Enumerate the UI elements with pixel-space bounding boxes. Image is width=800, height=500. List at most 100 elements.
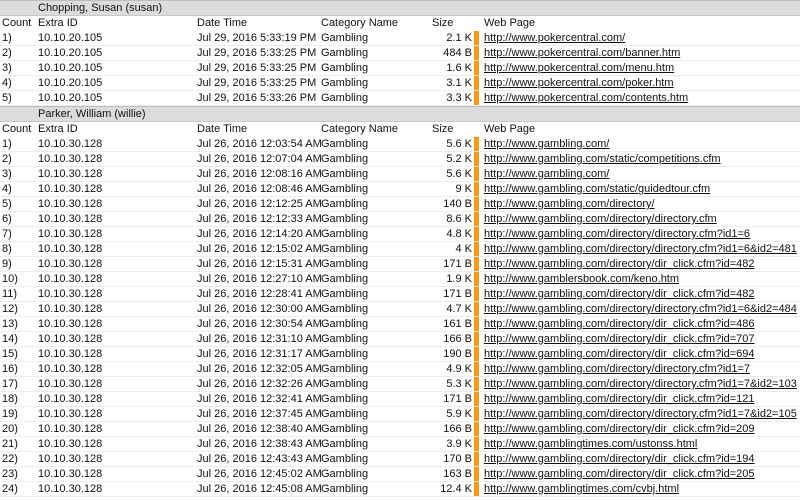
- row-size: 5.6 K: [446, 138, 472, 150]
- row-web-page-link[interactable]: http://www.gambling.com/: [484, 167, 800, 181]
- row-category: Gambling: [321, 243, 369, 255]
- row-extra-id: 10.10.30.128: [38, 273, 103, 285]
- table-row[interactable]: 3) 10.10.30.128 Jul 26, 2016 12:08:16 AM Ga…: [0, 167, 800, 182]
- column-header-count[interactable]: Count: [0, 16, 38, 31]
- row-size: 166 B: [443, 423, 472, 435]
- table-row[interactable]: 5) 10.10.20.105 Jul 29, 2016 5:33:26 PM Gam…: [0, 91, 800, 106]
- table-row[interactable]: 23) 10.10.30.128 Jul 26, 2016 12:45:02 AM G…: [0, 467, 800, 482]
- table-row[interactable]: 15) 10.10.30.128 Jul 26, 2016 12:31:17 AM G…: [0, 347, 800, 362]
- column-header-web-page[interactable]: Web Page: [484, 16, 800, 31]
- table-row[interactable]: 3) 10.10.20.105 Jul 29, 2016 5:33:25 PM Gam…: [0, 61, 800, 76]
- row-size: 5.6 K: [446, 168, 472, 180]
- row-size: 5.3 K: [446, 378, 472, 390]
- table-row[interactable]: 6) 10.10.30.128 Jul 26, 2016 12:12:33 AM Ga…: [0, 212, 800, 227]
- row-date-time: Jul 26, 2016 12:38:43 AM: [197, 438, 322, 450]
- row-web-page-link[interactable]: http://www.pokercentral.com/poker.htm: [484, 76, 800, 90]
- column-header-size[interactable]: Size: [432, 16, 473, 31]
- row-extra-id: 10.10.30.128: [38, 363, 103, 375]
- row-web-page-link[interactable]: http://www.gamblingtimes.com/cvbj.html: [484, 482, 800, 496]
- table-row[interactable]: 14) 10.10.30.128 Jul 26, 2016 12:31:10 AM G…: [0, 332, 800, 347]
- table-row[interactable]: 8) 10.10.30.128 Jul 26, 2016 12:15:02 AM Ga…: [0, 242, 800, 257]
- table-row[interactable]: 18) 10.10.30.128 Jul 26, 2016 12:32:41 AM G…: [0, 392, 800, 407]
- row-web-page-link[interactable]: http://www.gambling.com/directory/dir_cl…: [484, 392, 800, 406]
- row-web-page-link[interactable]: http://www.pokercentral.com/: [484, 31, 800, 45]
- row-web-page-link[interactable]: http://www.gamblingtimes.com/ustonss.htm…: [484, 437, 800, 451]
- table-row[interactable]: 10) 10.10.30.128 Jul 26, 2016 12:27:10 AM G…: [0, 272, 800, 287]
- column-header-row: Count Extra ID Date Time Category Name Size W…: [0, 122, 800, 137]
- row-date-time: Jul 26, 2016 12:08:46 AM: [197, 183, 322, 195]
- row-count: 8): [2, 243, 12, 255]
- column-header-size[interactable]: Size: [432, 122, 473, 137]
- column-header-category[interactable]: Category Name: [321, 122, 432, 137]
- row-web-page-link[interactable]: http://www.gambling.com/directory/direct…: [484, 362, 800, 376]
- row-category: Gambling: [321, 318, 369, 330]
- row-date-time: Jul 26, 2016 12:37:45 AM: [197, 408, 322, 420]
- column-header-count[interactable]: Count: [0, 122, 38, 137]
- row-web-page-link[interactable]: http://www.gambling.com/static/guidedtou…: [484, 182, 800, 196]
- table-row[interactable]: 16) 10.10.30.128 Jul 26, 2016 12:32:05 AM G…: [0, 362, 800, 377]
- row-web-page-link[interactable]: http://www.gambling.com/directory/direct…: [484, 302, 800, 316]
- table-row[interactable]: 17) 10.10.30.128 Jul 26, 2016 12:32:26 AM G…: [0, 377, 800, 392]
- row-web-page-link[interactable]: http://www.gambling.com/directory/: [484, 197, 800, 211]
- row-web-page-link[interactable]: http://www.gambling.com/directory/dir_cl…: [484, 422, 800, 436]
- row-category: Gambling: [321, 333, 369, 345]
- table-row[interactable]: 22) 10.10.30.128 Jul 26, 2016 12:43:43 AM G…: [0, 452, 800, 467]
- table-row[interactable]: 13) 10.10.30.128 Jul 26, 2016 12:30:54 AM G…: [0, 317, 800, 332]
- size-bar-marker: [474, 437, 479, 451]
- column-header-extra-id[interactable]: Extra ID: [38, 122, 197, 137]
- size-bar-marker: [474, 332, 479, 346]
- row-count: 3): [2, 62, 12, 74]
- table-row[interactable]: 7) 10.10.30.128 Jul 26, 2016 12:14:20 AM Ga…: [0, 227, 800, 242]
- row-size: 171 B: [443, 258, 472, 270]
- row-web-page-link[interactable]: http://www.gambling.com/directory/dir_cl…: [484, 257, 800, 271]
- row-count: 18): [2, 393, 18, 405]
- size-bar-marker: [474, 91, 479, 105]
- row-web-page-link[interactable]: http://www.gambling.com/directory/direct…: [484, 227, 800, 241]
- row-web-page-link[interactable]: http://www.gambling.com/directory/direct…: [484, 407, 800, 421]
- table-row[interactable]: 20) 10.10.30.128 Jul 26, 2016 12:38:40 AM G…: [0, 422, 800, 437]
- row-extra-id: 10.10.30.128: [38, 288, 103, 300]
- row-web-page-link[interactable]: http://www.pokercentral.com/menu.htm: [484, 61, 800, 75]
- row-web-page-link[interactable]: http://www.gambling.com/static/competiti…: [484, 152, 800, 166]
- table-row[interactable]: 1) 10.10.20.105 Jul 29, 2016 5:33:19 PM Gam…: [0, 31, 800, 46]
- row-web-page-link[interactable]: http://www.gambling.com/directory/direct…: [484, 212, 800, 226]
- row-web-page-link[interactable]: http://www.gambling.com/directory/direct…: [484, 377, 800, 391]
- column-header-date-time[interactable]: Date Time: [197, 122, 321, 137]
- table-row[interactable]: 24) 10.10.30.128 Jul 26, 2016 12:45:08 AM G…: [0, 482, 800, 497]
- table-row[interactable]: 9) 10.10.30.128 Jul 26, 2016 12:15:31 AM Ga…: [0, 257, 800, 272]
- row-web-page-link[interactable]: http://www.gambling.com/directory/dir_cl…: [484, 287, 800, 301]
- row-size: 171 B: [443, 393, 472, 405]
- table-row[interactable]: 21) 10.10.30.128 Jul 26, 2016 12:38:43 AM G…: [0, 437, 800, 452]
- row-date-time: Jul 26, 2016 12:15:02 AM: [197, 243, 322, 255]
- row-category: Gambling: [321, 438, 369, 450]
- row-web-page-link[interactable]: http://www.gambling.com/: [484, 137, 800, 151]
- table-row[interactable]: 11) 10.10.30.128 Jul 26, 2016 12:28:41 AM G…: [0, 287, 800, 302]
- column-header-web-page[interactable]: Web Page: [484, 122, 800, 137]
- column-header-date-time[interactable]: Date Time: [197, 16, 321, 31]
- row-web-page-link[interactable]: http://www.gambling.com/directory/dir_cl…: [484, 452, 800, 466]
- table-row[interactable]: 2) 10.10.20.105 Jul 29, 2016 5:33:25 PM Gam…: [0, 46, 800, 61]
- row-web-page-link[interactable]: http://www.gamblersbook.com/keno.htm: [484, 272, 800, 286]
- row-date-time: Jul 29, 2016 5:33:25 PM: [197, 62, 317, 74]
- table-row[interactable]: 2) 10.10.30.128 Jul 26, 2016 12:07:04 AM Ga…: [0, 152, 800, 167]
- row-web-page-link[interactable]: http://www.gambling.com/directory/dir_cl…: [484, 347, 800, 361]
- row-web-page-link[interactable]: http://www.gambling.com/directory/dir_cl…: [484, 317, 800, 331]
- row-category: Gambling: [321, 288, 369, 300]
- row-size: 5.9 K: [446, 408, 472, 420]
- table-row[interactable]: 19) 10.10.30.128 Jul 26, 2016 12:37:45 AM G…: [0, 407, 800, 422]
- column-header-extra-id[interactable]: Extra ID: [38, 16, 197, 31]
- size-bar-marker: [474, 46, 479, 60]
- table-row[interactable]: 4) 10.10.20.105 Jul 29, 2016 5:33:25 PM Gam…: [0, 76, 800, 91]
- table-row[interactable]: 4) 10.10.30.128 Jul 26, 2016 12:08:46 AM Ga…: [0, 182, 800, 197]
- row-web-page-link[interactable]: http://www.pokercentral.com/contents.htm: [484, 91, 800, 105]
- table-row[interactable]: 1) 10.10.30.128 Jul 26, 2016 12:03:54 AM Ga…: [0, 137, 800, 152]
- table-row[interactable]: 12) 10.10.30.128 Jul 26, 2016 12:30:00 AM G…: [0, 302, 800, 317]
- row-web-page-link[interactable]: http://www.gambling.com/directory/direct…: [484, 242, 800, 256]
- size-bar-marker: [474, 347, 479, 361]
- table-row[interactable]: 5) 10.10.30.128 Jul 26, 2016 12:12:25 AM Ga…: [0, 197, 800, 212]
- row-size: 4 K: [455, 243, 472, 255]
- row-web-page-link[interactable]: http://www.gambling.com/directory/dir_cl…: [484, 332, 800, 346]
- row-web-page-link[interactable]: http://www.gambling.com/directory/dir_cl…: [484, 467, 800, 481]
- column-header-category[interactable]: Category Name: [321, 16, 432, 31]
- row-web-page-link[interactable]: http://www.pokercentral.com/banner.htm: [484, 46, 800, 60]
